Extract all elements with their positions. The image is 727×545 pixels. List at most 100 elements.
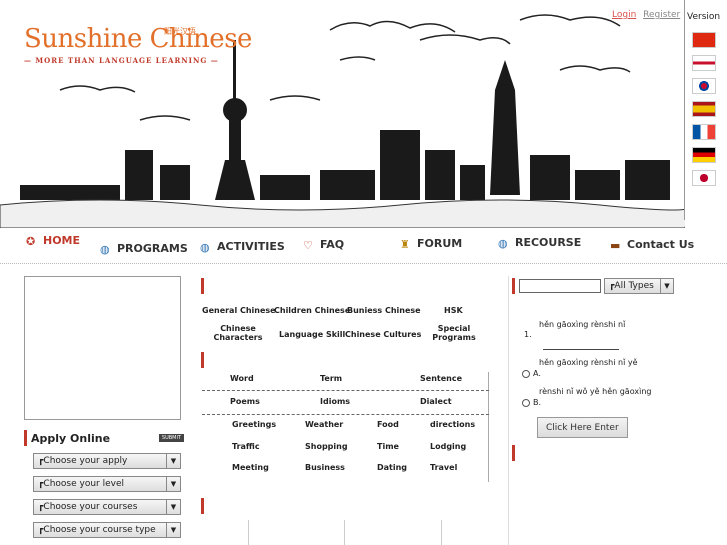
topic-link[interactable]: Sentence [420, 374, 462, 383]
program-link[interactable]: Special Programs [430, 324, 478, 342]
program-link[interactable]: Chinese Characters [212, 324, 264, 342]
topic-link[interactable]: Travel [430, 463, 457, 472]
nav-contact[interactable]: ▬ Contact Us [610, 238, 694, 252]
topic-link[interactable]: directions [430, 420, 475, 429]
divider [202, 390, 489, 391]
england-flag-icon[interactable] [692, 55, 716, 71]
program-link[interactable]: Buniess Chinese [347, 306, 421, 315]
option-b-label: B. [533, 398, 542, 407]
topic-link[interactable]: Word [230, 374, 254, 383]
topics-grid: Word Term Sentence Poems Idioms Dialect … [202, 372, 489, 482]
nav-home-label: HOME [43, 234, 81, 247]
register-link[interactable]: Register [643, 10, 680, 20]
korea-flag-icon[interactable] [692, 78, 716, 94]
submit-button[interactable]: SUBMIT [158, 434, 184, 442]
site-logo[interactable]: Sunshine Chinese 阳光汉语 — MORE THAN LANGUA… [24, 24, 252, 65]
nav-programs-label: PROGRAMS [117, 242, 188, 255]
option-b[interactable]: B. [522, 398, 541, 407]
type-select[interactable]: ┏ All Types ▼ [604, 278, 674, 294]
apply-online-header: Apply Online SUBMIT [24, 430, 184, 446]
section-marker [512, 445, 515, 461]
search-input[interactable] [519, 279, 601, 293]
home-icon: ✪ [26, 234, 36, 248]
resource-icon: ◍ [498, 236, 508, 250]
nav-activities-label: ACTIVITIES [217, 240, 285, 253]
nav-forum-label: FORUM [417, 237, 463, 250]
section-marker [512, 278, 515, 294]
courses-select[interactable]: ┏ Choose your courses ▼ [33, 499, 181, 515]
quiz-search-row: ┏ All Types ▼ [519, 278, 674, 294]
dropdown-arrow-icon: ▼ [166, 454, 180, 468]
program-link[interactable]: HSK [444, 306, 463, 315]
version-label: Version [687, 12, 721, 22]
radio-a[interactable] [522, 369, 530, 378]
course-type-select[interactable]: ┏ Choose your course type ▼ [33, 522, 181, 538]
option-b-text: rènshi nǐ wǒ yě hěn gāoxìng [539, 387, 652, 396]
brand-tagline: — MORE THAN LANGUAGE LEARNING — [24, 56, 219, 65]
germany-flag-icon[interactable] [692, 147, 716, 163]
apply-online-title: Apply Online [31, 431, 111, 445]
main-nav: ✪ HOME ◍ PROGRAMS ◍ ACTIVITIES ♡ FAQ ♜ F… [0, 228, 727, 264]
brand-name: Sunshine Chinese [24, 24, 252, 54]
option-a-text: hěn gāoxìng rènshi nǐ yě [539, 358, 638, 367]
nav-activities[interactable]: ◍ ACTIVITIES [200, 240, 285, 254]
question-text: hěn gāoxìng rènshi nǐ [539, 320, 626, 329]
topic-link[interactable]: Business [305, 463, 345, 472]
nav-recourse[interactable]: ◍ RECOURSE [498, 236, 582, 250]
topic-link[interactable]: Dating [377, 463, 407, 472]
header-banner: Sunshine Chinese 阳光汉语 — MORE THAN LANGUA… [0, 0, 685, 228]
topic-link[interactable]: Dialect [420, 397, 452, 406]
program-link[interactable]: Children Chinese [274, 306, 350, 315]
dropdown-arrow-icon: ▼ [166, 523, 180, 537]
nav-faq[interactable]: ♡ FAQ [303, 238, 345, 252]
people-icon: ◍ [200, 240, 210, 254]
section-marker [201, 278, 204, 294]
china-flag-icon[interactable] [692, 32, 716, 48]
brand-name-chinese: 阳光汉语 [164, 27, 196, 36]
forum-icon: ♜ [400, 237, 410, 251]
nav-faq-label: FAQ [320, 238, 345, 251]
topic-link[interactable]: Shopping [305, 442, 348, 451]
apply-type-select[interactable]: ┏ Choose your apply ▼ [33, 453, 181, 469]
topic-link[interactable]: Poems [230, 397, 260, 406]
language-version-panel: Version [684, 0, 727, 220]
topic-link[interactable]: Meeting [232, 463, 269, 472]
nav-recourse-label: RECOURSE [515, 236, 582, 249]
program-link[interactable]: Language Skill [279, 330, 345, 339]
topic-link[interactable]: Time [377, 442, 399, 451]
topic-link[interactable]: Idioms [320, 397, 350, 406]
level-select[interactable]: ┏ Choose your level ▼ [33, 476, 181, 492]
auth-links: Login Register [612, 10, 684, 20]
topic-link[interactable]: Term [320, 374, 342, 383]
click-here-enter-button[interactable]: Click Here Enter [537, 417, 628, 438]
option-a[interactable]: A. [522, 369, 541, 378]
japan-flag-icon[interactable] [692, 170, 716, 186]
option-a-label: A. [533, 369, 541, 378]
program-link[interactable]: General Chinese [202, 306, 276, 315]
heart-icon: ♡ [303, 238, 313, 252]
courses-select-label: Choose your courses [43, 502, 138, 512]
question-number: 1. [524, 330, 532, 339]
bottom-box-divider [248, 520, 249, 545]
section-marker [201, 498, 204, 514]
topic-link[interactable]: Food [377, 420, 399, 429]
radio-b[interactable] [522, 398, 530, 407]
topic-link[interactable]: Traffic [232, 442, 260, 451]
login-link[interactable]: Login [612, 10, 636, 20]
topic-link[interactable]: Lodging [430, 442, 466, 451]
bottom-box-divider [344, 520, 345, 545]
promo-box [24, 276, 181, 420]
france-flag-icon[interactable] [692, 124, 716, 140]
left-column: Apply Online SUBMIT ┏ Choose your apply ▼ … [24, 276, 184, 545]
nav-programs[interactable]: ◍ PROGRAMS [100, 242, 188, 256]
topic-link[interactable]: Greetings [232, 420, 276, 429]
level-select-label: Choose your level [43, 479, 125, 489]
program-link[interactable]: Chinese Cultures [345, 330, 421, 339]
nav-forum[interactable]: ♜ FORUM [400, 237, 463, 251]
nav-home[interactable]: ✪ HOME [26, 234, 81, 248]
dropdown-arrow-icon: ▼ [660, 279, 673, 293]
topic-link[interactable]: Weather [305, 420, 343, 429]
dropdown-arrow-icon: ▼ [166, 477, 180, 491]
dropdown-arrow-icon: ▼ [166, 500, 180, 514]
spain-flag-icon[interactable] [692, 101, 716, 117]
